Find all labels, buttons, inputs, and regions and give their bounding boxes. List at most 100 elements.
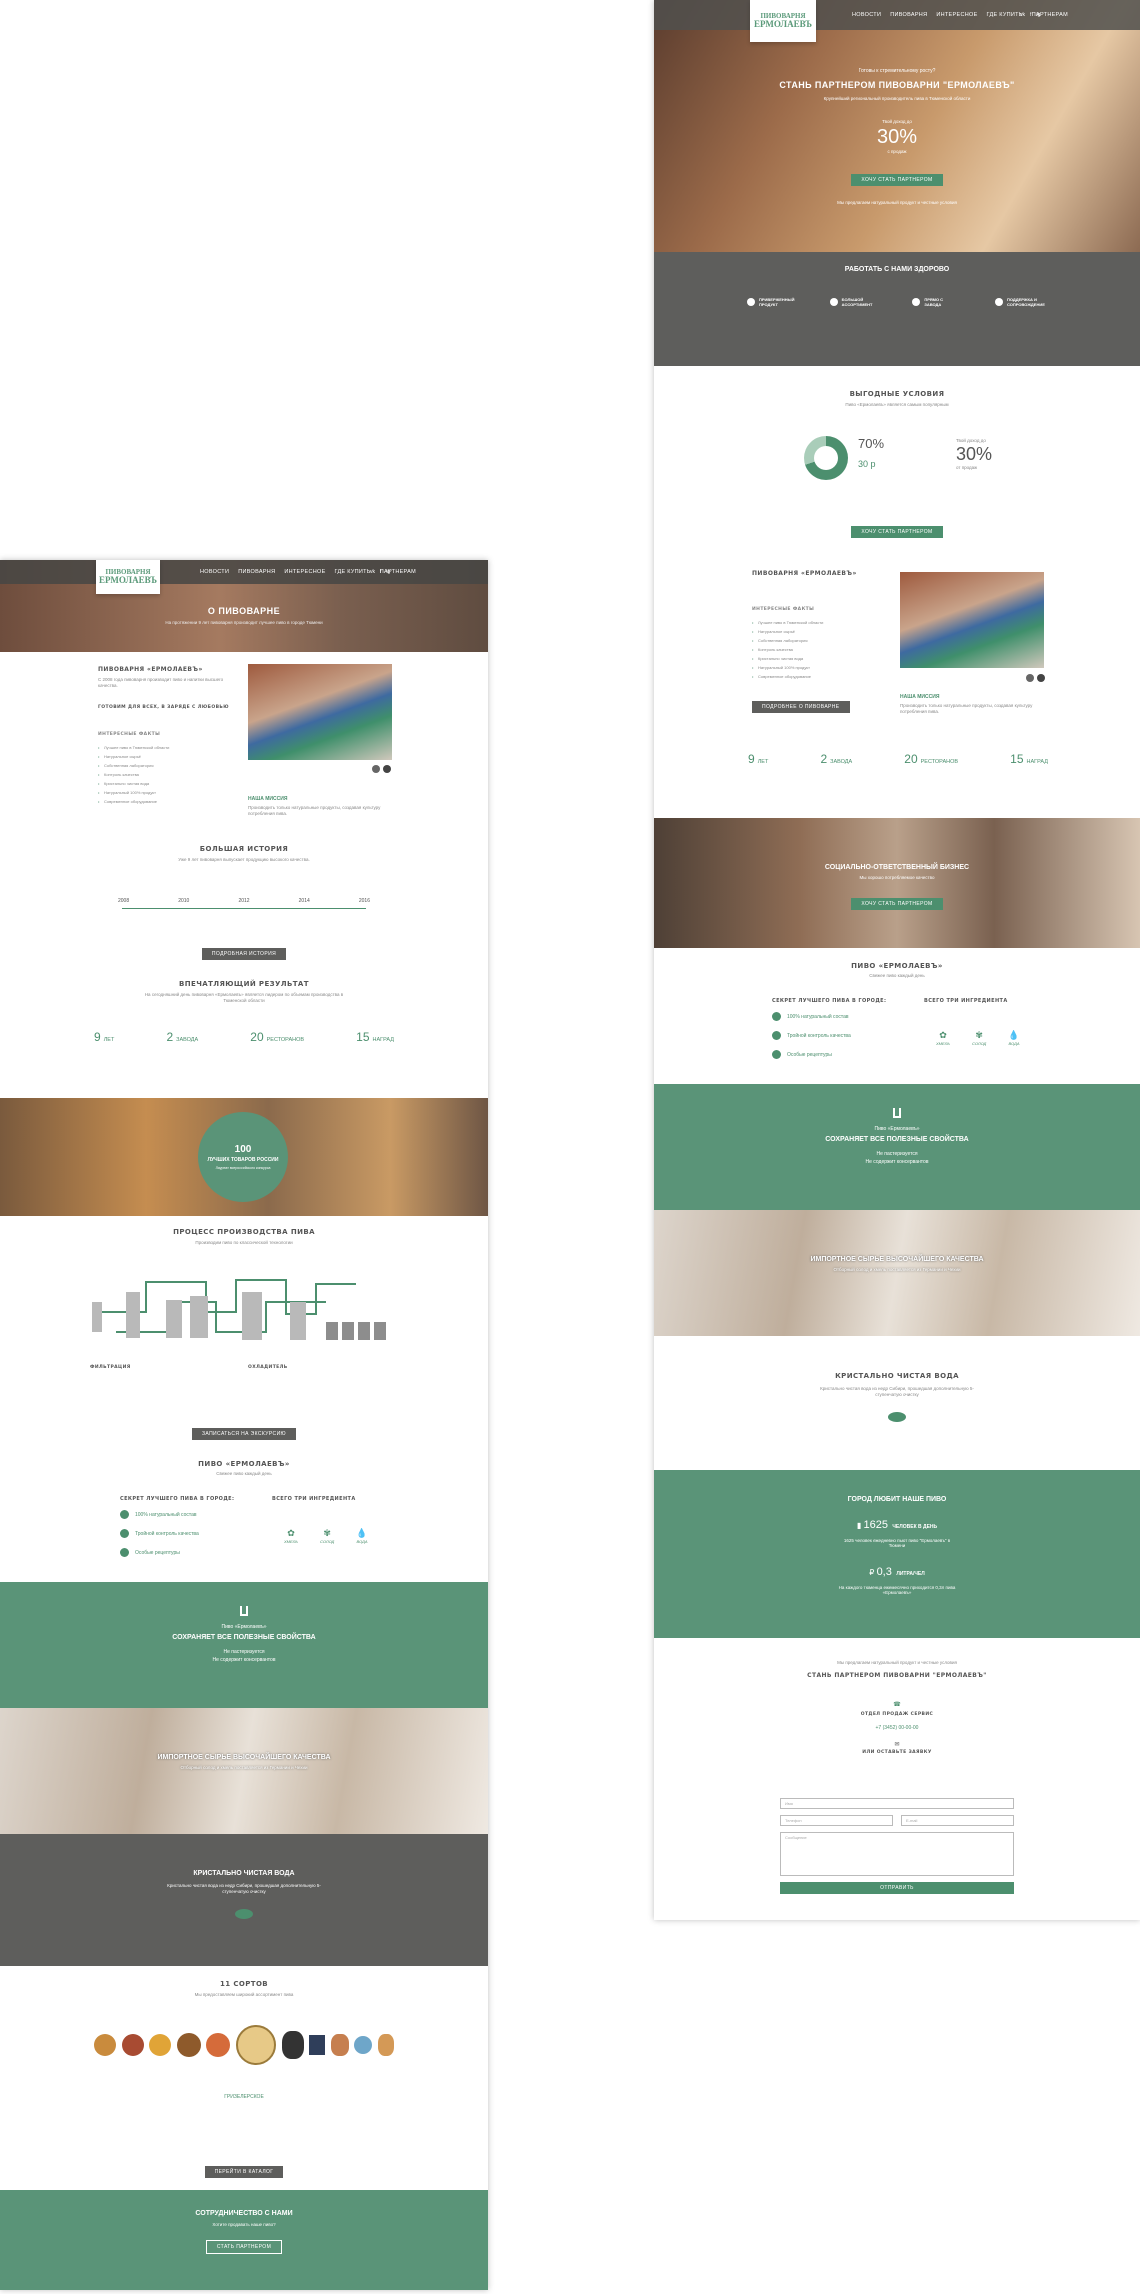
right-about-photo [900, 572, 1044, 668]
beer-label-icon[interactable] [149, 2034, 172, 2056]
year-label[interactable]: 2014 [299, 898, 310, 904]
social-partner-button[interactable]: ХОЧУ СТАТЬ ПАРТНЕРОМ [851, 898, 943, 910]
beer-label-icon[interactable] [206, 2033, 231, 2057]
terms-partner-button[interactable]: ХОЧУ СТАТЬ ПАРТНЕРОМ [851, 526, 943, 538]
year-label[interactable]: 2016 [359, 898, 370, 904]
city-text2: На каждого тюменца ежемесячно приходится… [838, 1585, 956, 1595]
work-title: РАБОТАТЬ С НАМИ ЗДОРОВО [844, 266, 950, 273]
catalog-button[interactable]: ПЕРЕЙТИ В КАТАЛОГ [204, 2166, 284, 2178]
beer-label-icon[interactable] [354, 2036, 373, 2054]
secret-item: Особые рецептуры [772, 1046, 912, 1065]
check-icon [772, 1012, 781, 1022]
name-field[interactable]: Имя [780, 1798, 1014, 1809]
left-logo[interactable]: ПИВОВАРНЯ ЕРМОЛАЕВЪ [96, 560, 160, 594]
logo-bottom: ЕРМОЛАЕВЪ [754, 18, 812, 29]
next-arrow-icon[interactable] [383, 765, 391, 773]
award-number: 100 [234, 1144, 252, 1155]
hero-partner-button[interactable]: ХОЧУ СТАТЬ ПАРТНЕРОМ [851, 174, 943, 186]
beer-label-icon[interactable] [176, 2033, 201, 2057]
city-section: ГОРОД ЛЮБИТ НАШЕ ПИВО ▮ 1625 ЧЕЛОВЕК В Д… [654, 1470, 1140, 1638]
menu-news[interactable]: НОВОСТИ [200, 569, 229, 575]
left-water-section: КРИСТАЛЬНО ЧИСТАЯ ВОДА Кристально чистая… [0, 1834, 488, 1966]
social-text: Мы хорошо потребляемое качество [859, 875, 935, 880]
send-button[interactable]: ОТПРАВИТЬ [780, 1882, 1014, 1894]
menu-brewery[interactable]: ПИВОВАРНЯ [238, 569, 275, 575]
city-title: ГОРОД ЛЮБИТ НАШЕ ПИВО [847, 1496, 947, 1503]
email-field[interactable]: E-mail [901, 1815, 1014, 1826]
contact-title: ОТДЕЛ ПРОДАЖ СЕРВИС [860, 1712, 934, 1717]
water-drop-icon: 💧 [1008, 1030, 1020, 1040]
keeps-line1: Не пастеризуется [223, 1649, 265, 1655]
phone-field[interactable]: Телефон [780, 1815, 893, 1826]
list-item: Современное оборудование [98, 797, 238, 806]
hop-icon: ✿ [287, 1528, 295, 1538]
beer-label-icon[interactable] [121, 2034, 144, 2056]
right-ingr-title: ВСЕГО ТРИ ИНГРЕДИЕНТА [924, 998, 1008, 1004]
left-hero-text: На протяжении 9 лет пивоварня производит… [165, 620, 323, 625]
terms-text: Пиво «Ермолаевъ» является самым популярн… [845, 402, 949, 407]
beer-label-icon[interactable] [309, 2035, 326, 2055]
facebook-icon[interactable]: f [380, 569, 381, 575]
coop-button[interactable]: СТАТЬ ПАРТНЕРОМ [205, 2240, 283, 2254]
income-sub: с продаж [887, 149, 907, 154]
import-title: ИМПОРТНОЕ СЫРЬЕ ВЫСОЧАЙШЕГО КАЧЕСТВА [157, 1754, 331, 1761]
stat-number: 20 [904, 752, 918, 766]
facebook-icon[interactable]: f [1030, 12, 1031, 18]
timeline-years: 2008 2010 2012 2014 2016 [118, 898, 370, 904]
menu-interesting[interactable]: ИНТЕРЕСНОЕ [936, 12, 977, 18]
left-keeps-section: Пиво «Ермолаевъ» СОХРАНЯЕТ ВСЕ ПОЛЕЗНЫЕ … [0, 1582, 488, 1708]
menu-brewery[interactable]: ПИВОВАРНЯ [890, 12, 927, 18]
history-button[interactable]: ПОДРОБНАЯ ИСТОРИЯ [201, 948, 287, 960]
right-logo[interactable]: ПИВОВАРНЯ ЕРМОЛАЕВЪ [750, 0, 816, 42]
terms-income: 30% [956, 444, 993, 464]
beer-label-icon[interactable] [330, 2034, 349, 2056]
work-section: РАБОТАТЬ С НАМИ ЗДОРОВО ПРИВЕРЖЕННЫЙ ПРО… [654, 252, 1140, 366]
phone-number[interactable]: +7 (3452) 00-00-00 [654, 1725, 1140, 1731]
keeps-title: СОХРАНЯЕТ ВСЕ ПОЛЕЗНЫЕ СВОЙСТВА [172, 1634, 316, 1641]
left-about-photo [248, 664, 392, 760]
stat-label: ЛЕТ [757, 759, 769, 765]
list-item: Кристально чистая вода [98, 779, 238, 788]
right-navbar: ПИВОВАРНЯ ЕРМОЛАЕВЪ НОВОСТИ ПИВОВАРНЯ ИН… [654, 0, 1140, 42]
right-water-section: КРИСТАЛЬНО ЧИСТАЯ ВОДА Кристально чистая… [654, 1336, 1140, 1470]
year-label[interactable]: 2008 [118, 898, 129, 904]
right-facts-title: ИНТЕРЕСНЫЕ ФАКТЫ [752, 607, 815, 612]
next-arrow-icon[interactable] [1037, 674, 1045, 682]
vk-icon[interactable]: vk [370, 569, 375, 575]
year-label[interactable]: 2012 [238, 898, 249, 904]
left-mission-text: Производить только натуральные продукты,… [248, 805, 381, 816]
city-number2: 0,3 [876, 1566, 892, 1578]
instagram-icon[interactable]: ig [1036, 12, 1040, 18]
year-label[interactable]: 2010 [178, 898, 189, 904]
social-title: СОЦИАЛЬНО-ОТВЕТСТВЕННЫЙ БИЗНЕС [824, 864, 970, 871]
right-hero: ПИВОВАРНЯ ЕРМОЛАЕВЪ НОВОСТИ ПИВОВАРНЯ ИН… [654, 0, 1140, 252]
ingredient-malt: ✾ СОЛОД [972, 1030, 987, 1046]
left-about-text: С 2008 года пивоварня производит пиво и … [98, 677, 224, 688]
beer-label-icon[interactable] [281, 2031, 304, 2059]
city-label1: ЧЕЛОВЕК В ДЕНЬ [892, 1524, 938, 1530]
right-page: ПИВОВАРНЯ ЕРМОЛАЕВЪ НОВОСТИ ПИВОВАРНЯ ИН… [654, 0, 1140, 1920]
menu-where-buy[interactable]: ГДЕ КУПИТЬ [987, 12, 1023, 18]
import-title: ИМПОРТНОЕ СЫРЬЕ ВЫСОЧАЙШЕГО КАЧЕСТВА [810, 1256, 984, 1263]
stat-label: ЛЕТ [103, 1037, 115, 1043]
process-diagram [92, 1279, 386, 1340]
message-field[interactable]: Сообщение [780, 1832, 1014, 1876]
keeps-line2: Не содержит консервантов [212, 1657, 276, 1663]
work-item: БОЛЬШОЙ АССОРТИМЕНТ [829, 297, 878, 307]
list-item: Натуральный 100% продукт [752, 663, 892, 672]
work-item: ПОДДЕРЖКА И СОПРОВОЖДЕНИЕ [994, 297, 1047, 307]
menu-interesting[interactable]: ИНТЕРЕСНОЕ [284, 569, 325, 575]
menu-news[interactable]: НОВОСТИ [852, 12, 881, 18]
prev-arrow-icon[interactable] [1026, 674, 1034, 682]
beer-label-icon[interactable] [377, 2034, 394, 2056]
award-title: ЛУЧШИХ ТОВАРОВ РОССИИ [207, 1157, 279, 1163]
vk-icon[interactable]: vk [1020, 12, 1025, 18]
excursion-button[interactable]: ЗАПИСАТЬСЯ НА ЭКСКУРСИЮ [191, 1428, 297, 1440]
prev-arrow-icon[interactable] [372, 765, 380, 773]
list-item: Кристально чистая вода [752, 654, 892, 663]
beer-label-icon[interactable] [235, 2025, 276, 2065]
instagram-icon[interactable]: ig [386, 569, 390, 575]
beer-label-icon[interactable] [94, 2034, 116, 2056]
about-button[interactable]: ПОДРОБНЕЕ О ПИВОВАРНЕ [752, 701, 850, 713]
menu-where-buy[interactable]: ГДЕ КУПИТЬ [335, 569, 371, 575]
